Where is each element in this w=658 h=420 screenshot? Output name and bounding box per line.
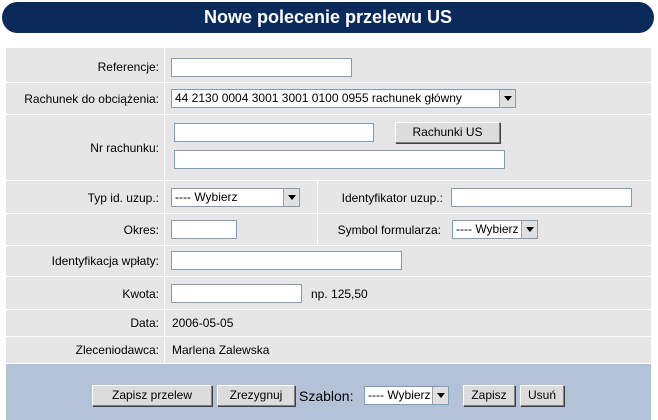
szablon-selected-value: ---- Wybierz — [368, 388, 431, 402]
symbol-selected-value: ---- Wybierz — [456, 222, 519, 236]
zleceniodawca-label: Zleceniodawca: — [75, 343, 159, 357]
identyfikator-input[interactable] — [451, 188, 632, 207]
szablon-label: Szablon: — [299, 388, 354, 404]
data-value: 2006-05-05 — [172, 316, 234, 330]
rachunek-selected-value: 44 2130 0004 3001 3001 0100 0955 rachune… — [175, 91, 462, 105]
chevron-down-icon[interactable] — [521, 221, 537, 238]
row-referencje: Referencje: — [6, 48, 651, 83]
okres-input[interactable] — [171, 220, 237, 239]
chevron-down-icon[interactable] — [283, 189, 299, 206]
referencje-label: Referencje: — [97, 60, 159, 74]
identyfikator-label: Identyfikator uzup.: — [341, 191, 443, 205]
rachunki-us-button[interactable]: Rachunki US — [395, 122, 500, 143]
nr-rachunku-label: Nr rachunku: — [90, 141, 159, 155]
szablon-select[interactable]: ---- Wybierz — [364, 386, 449, 405]
nr-rachunku-second-input[interactable] — [174, 150, 505, 169]
referencje-input[interactable] — [171, 58, 352, 77]
row-data: Data: 2006-05-05 — [6, 310, 651, 337]
kwota-input[interactable] — [171, 284, 302, 303]
typ-id-selected-value: ---- Wybierz — [175, 190, 238, 204]
row-rachunek: Rachunek do obciążenia: 44 2130 0004 300… — [6, 83, 651, 115]
zapisz-przelew-button[interactable]: Zapisz przelew — [92, 385, 212, 406]
chevron-down-icon[interactable] — [432, 387, 448, 404]
typ-id-select[interactable]: ---- Wybierz — [171, 188, 300, 207]
identyfikacja-input[interactable] — [171, 251, 402, 270]
data-label: Data: — [130, 316, 159, 330]
action-bar: Zapisz przelew Zrezygnuj Szablon: ---- W… — [6, 364, 651, 420]
zrezygnuj-button[interactable]: Zrezygnuj — [217, 385, 295, 406]
zleceniodawca-value: Marlena Zalewska — [172, 343, 270, 357]
row-identyfikacja: Identyfikacja wpłaty: — [6, 246, 651, 277]
rachunek-label: Rachunek do obciążenia: — [24, 92, 159, 106]
kwota-hint: np. 125,50 — [311, 287, 368, 301]
identyfikacja-label: Identyfikacja wpłaty: — [51, 254, 159, 268]
row-kwota: Kwota: np. 125,50 — [6, 277, 651, 310]
kwota-label: Kwota: — [122, 287, 159, 301]
row-okres: Okres: Symbol formularza: ---- Wybierz — [6, 214, 651, 246]
usun-button[interactable]: Usuń — [520, 385, 564, 406]
nr-rachunku-input[interactable] — [174, 123, 374, 142]
row-nr-rachunku: Nr rachunku: Rachunki US — [6, 115, 651, 181]
chevron-down-icon[interactable] — [499, 90, 515, 107]
rachunek-select[interactable]: 44 2130 0004 3001 3001 0100 0955 rachune… — [171, 89, 516, 108]
row-typ-id: Typ id. uzup.: ---- Wybierz Identyfikato… — [6, 181, 651, 214]
symbol-formularza-select[interactable]: ---- Wybierz — [452, 220, 538, 239]
symbol-formularza-label: Symbol formularza: — [337, 223, 441, 237]
row-zleceniodawca: Zleceniodawca: Marlena Zalewska — [6, 337, 651, 363]
transfer-form: Referencje: Rachunek do obciążenia: 44 2… — [6, 48, 651, 363]
okres-label: Okres: — [123, 223, 159, 237]
typ-id-label: Typ id. uzup.: — [87, 191, 159, 205]
page-title: Nowe polecenie przelewu US — [2, 2, 654, 33]
zapisz-button[interactable]: Zapisz — [463, 385, 515, 406]
